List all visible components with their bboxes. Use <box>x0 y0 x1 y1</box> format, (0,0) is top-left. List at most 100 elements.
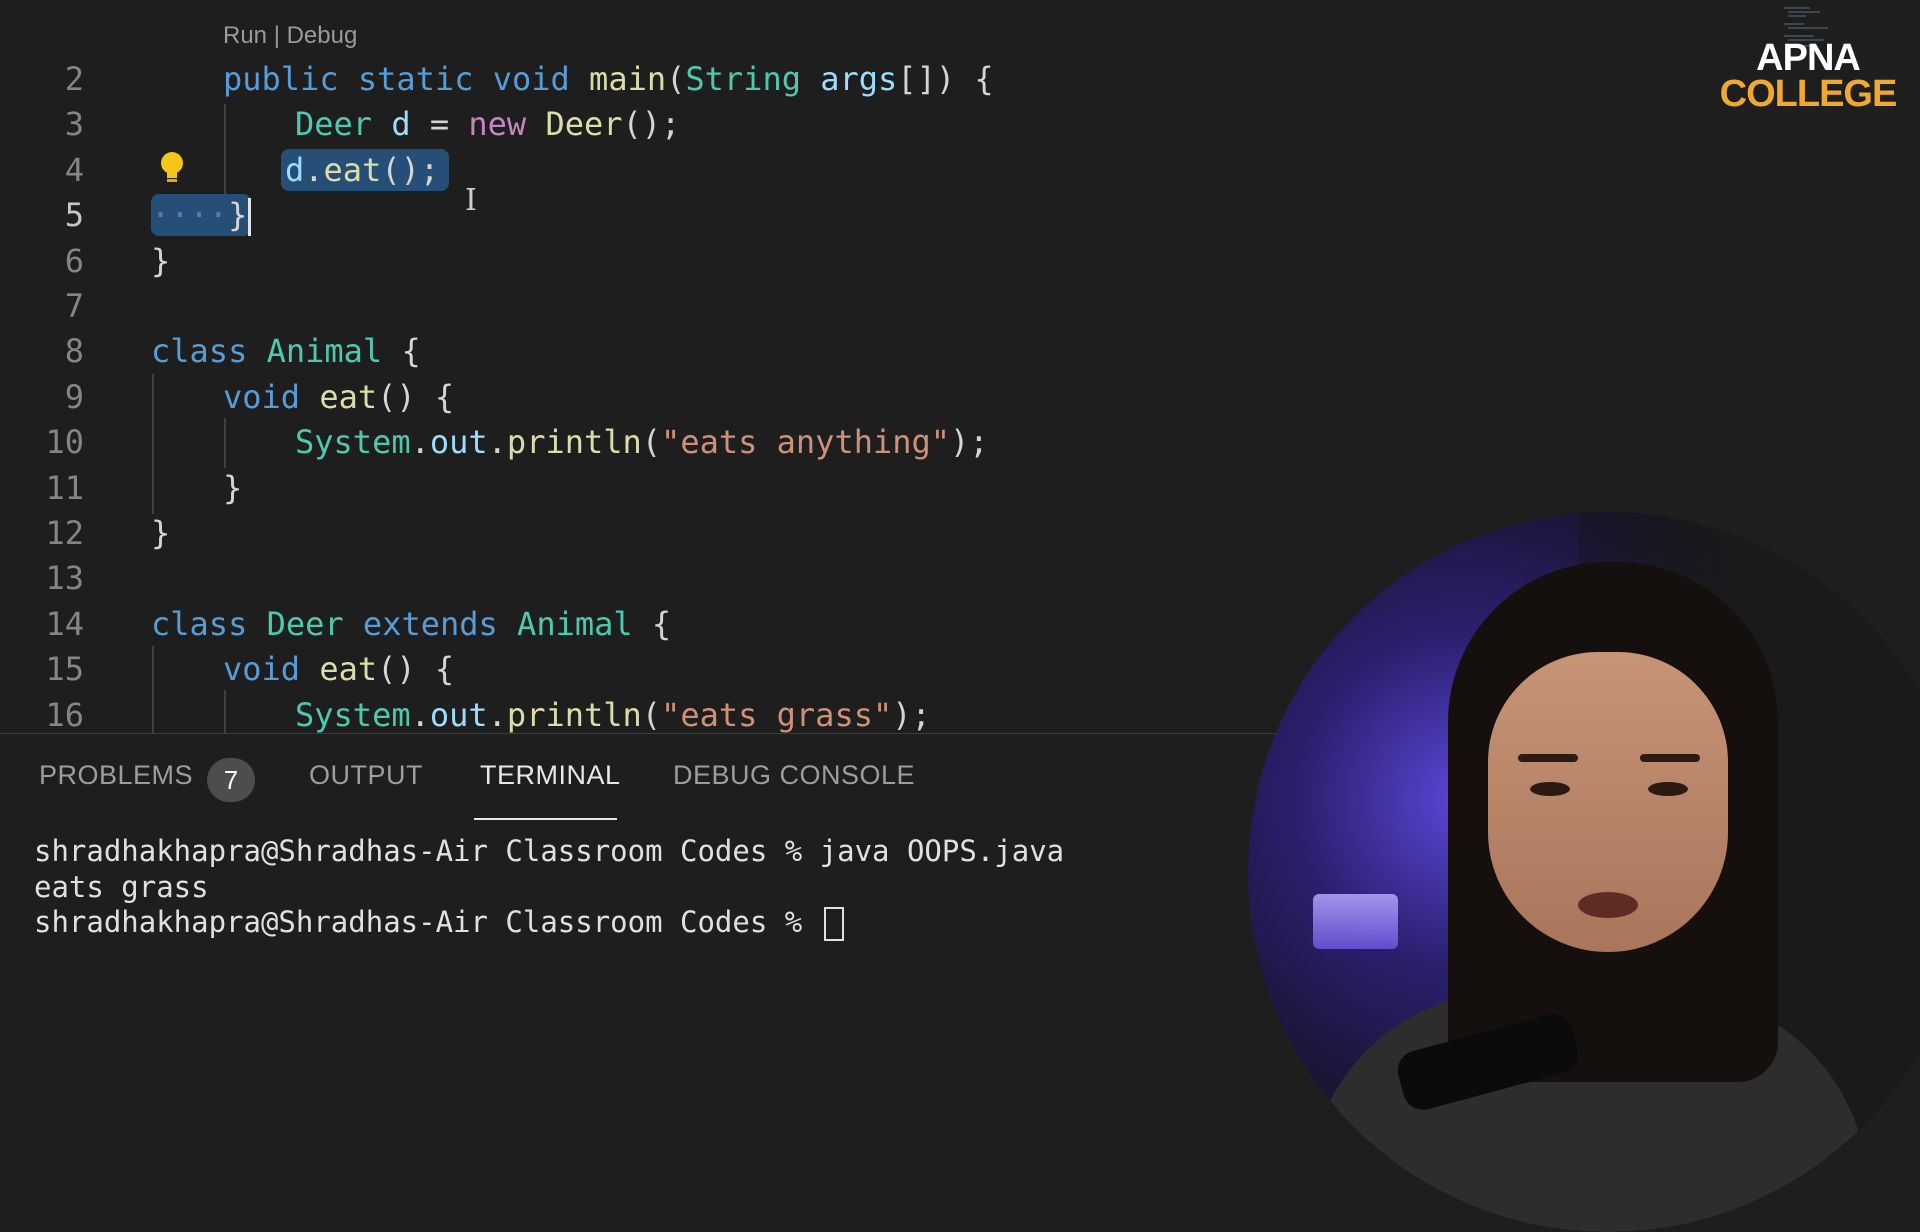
terminal-prompt-line[interactable]: shradhakhapra@Shradhas-Air Classroom Cod… <box>34 904 844 941</box>
code-token: ( <box>641 695 662 733</box>
line-code: void eat() { <box>223 375 454 420</box>
line-code: } <box>151 239 170 284</box>
line-code: d.eat(); <box>281 148 450 193</box>
line-number: 12 <box>45 514 84 552</box>
tab-terminal[interactable]: TERMINAL <box>480 760 621 791</box>
line-code: class Animal { <box>151 329 421 374</box>
line-number: 13 <box>45 559 84 598</box>
text-cursor-icon: I <box>465 183 477 218</box>
brand-logo: APNA COLLEGE <box>1718 39 1898 115</box>
line-code: System.out.println("eats grass"); <box>295 693 931 733</box>
code-token: static <box>357 60 474 98</box>
code-token: Deer <box>295 105 373 144</box>
code-token: class <box>151 604 248 643</box>
code-token: () { <box>377 377 455 416</box>
code-token: System <box>295 423 411 462</box>
code-token: eat <box>319 377 378 416</box>
line-number: 11 <box>45 468 84 507</box>
code-line[interactable]: 10 System.out.println("eats anything"); <box>0 420 1300 465</box>
code-token: out <box>429 695 488 733</box>
code-line[interactable]: 5 ····} <box>0 193 1300 238</box>
line-number: 3 <box>64 105 84 144</box>
line-code: } <box>223 466 242 511</box>
line-number: 7 <box>64 287 84 325</box>
code-token: (); <box>622 105 681 144</box>
code-line[interactable]: 3 Deer d = new Deer(); <box>0 102 1300 147</box>
line-number: 6 <box>64 241 84 280</box>
line-number: 2 <box>64 60 84 98</box>
code-line[interactable]: 13 <box>0 556 1300 601</box>
terminal-cursor <box>823 907 844 941</box>
codelens-run-debug[interactable]: Run | Debug <box>223 22 357 50</box>
code-token: eat <box>323 150 382 189</box>
code-token: } <box>151 241 171 280</box>
selection-highlight: d.eat(); <box>281 148 450 191</box>
active-tab-indicator <box>474 818 617 820</box>
line-number: 14 <box>45 604 84 643</box>
code-token: main <box>589 60 667 98</box>
line-number: 15 <box>45 650 84 689</box>
code-token: . <box>304 150 324 189</box>
tab-debug-console[interactable]: DEBUG CONSOLE <box>673 760 915 791</box>
code-line[interactable]: 15 void eat() { <box>0 647 1300 692</box>
code-token: public <box>223 60 339 98</box>
logo-line-2: COLLEGE <box>1719 73 1898 115</box>
code-token: eat <box>319 650 378 689</box>
line-code: Deer d = new Deer(); <box>295 102 680 147</box>
code-token: String <box>685 60 801 98</box>
code-line[interactable]: 4 d.eat(); <box>0 148 1300 193</box>
code-line[interactable]: 7 <box>0 284 1300 329</box>
code-token: Animal <box>266 332 383 371</box>
tab-problems[interactable]: PROBLEMS <box>39 760 193 791</box>
code-token: d <box>391 105 411 144</box>
terminal-line: shradhakhapra@Shradhas-Air Classroom Cod… <box>34 905 820 939</box>
line-code: ····} <box>151 193 252 238</box>
code-line[interactable]: 11} <box>0 466 1300 511</box>
code-token: } <box>151 514 171 552</box>
code-token: ); <box>950 423 989 462</box>
code-token: d <box>285 150 305 189</box>
line-number: 10 <box>45 423 84 462</box>
code-token: } <box>223 468 243 507</box>
code-line[interactable]: 14 class Deer extends Animal { <box>0 602 1300 647</box>
code-token: println <box>506 695 642 733</box>
code-token: class <box>151 332 248 371</box>
code-token: new <box>468 105 527 144</box>
code-line[interactable]: 9 void eat() { <box>0 375 1300 420</box>
line-code: public static void main(String args[]) { <box>223 57 994 102</box>
code-token: extends <box>362 604 498 643</box>
code-token: System <box>295 695 411 733</box>
code-line[interactable]: 8 class Animal { <box>0 329 1300 374</box>
code-token: (); <box>381 150 440 189</box>
code-token: []) { <box>897 60 994 98</box>
line-number: 9 <box>64 377 84 416</box>
code-token: . <box>410 423 430 462</box>
text-caret <box>248 198 252 237</box>
problems-count-badge: 7 <box>207 758 255 802</box>
code-token: args <box>820 60 898 98</box>
code-token: ); <box>892 695 931 733</box>
code-token: () { <box>377 650 455 689</box>
line-code: class Deer extends Animal { <box>151 602 671 647</box>
code-line[interactable]: 6} <box>0 239 1300 284</box>
code-token: { <box>382 332 421 371</box>
lightbulb-icon[interactable] <box>158 150 186 186</box>
code-token: { <box>632 604 672 643</box>
tab-output[interactable]: OUTPUT <box>309 760 423 791</box>
code-line[interactable]: 2 public static void main(String args[]) … <box>0 57 1300 102</box>
background-lamp <box>1313 894 1398 949</box>
code-token: Deer <box>545 105 623 144</box>
code-line[interactable]: 16 System.out.println("eats grass"); <box>0 693 1300 733</box>
code-token: out <box>429 423 488 462</box>
code-line[interactable]: 12} <box>0 511 1300 556</box>
